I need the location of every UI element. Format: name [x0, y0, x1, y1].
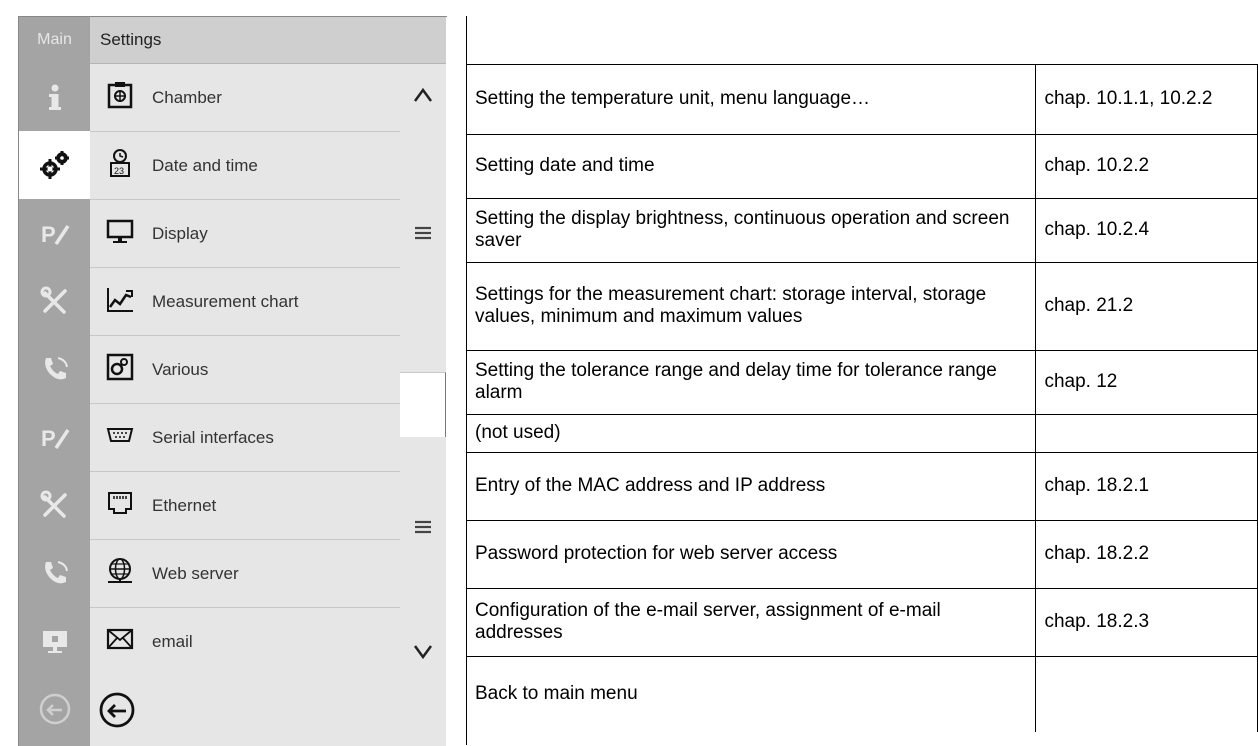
main-menu-strip: Main P P — [19, 17, 90, 746]
description-cell: (not used) — [465, 413, 1037, 453]
scroll-handle-icon[interactable] — [400, 507, 446, 547]
menu-item-display[interactable]: Display — [90, 200, 400, 268]
menu-item-email[interactable]: email — [90, 608, 400, 676]
service-phone-icon[interactable] — [19, 539, 90, 607]
menu-item-date-time[interactable]: 23 Date and time — [90, 132, 400, 200]
table-row: Back to main menu — [465, 655, 1258, 732]
menu-item-label: Ethernet — [152, 496, 217, 515]
chamber-icon — [107, 82, 133, 109]
chapter-cell: chap. 10.2.4 — [1035, 197, 1258, 263]
table-row: Password protection for web server acces… — [465, 519, 1258, 589]
description-cell: Setting the temperature unit, menu langu… — [465, 63, 1037, 135]
chapter-cell: chap. 18.2.1 — [1035, 451, 1258, 521]
chapter-cell — [1035, 655, 1258, 732]
chapter-cell: chap. 10.2.2 — [1035, 133, 1258, 199]
service-tools-icon[interactable] — [19, 267, 90, 335]
scroll-thumb[interactable] — [400, 372, 446, 437]
settings-gears-icon[interactable] — [19, 131, 90, 199]
description-cell: Setting the display brightness, continuo… — [465, 197, 1037, 263]
serial-port-icon — [106, 428, 134, 442]
menu-item-label: Chamber — [152, 88, 222, 107]
table-row: Setting the temperature unit, menu langu… — [465, 63, 1258, 135]
service-phone-icon[interactable] — [19, 335, 90, 403]
menu-item-serial-interfaces[interactable]: Serial interfaces — [90, 404, 400, 472]
menu-item-web-server[interactable]: Web server — [90, 540, 400, 608]
description-cell: Setting date and time — [465, 133, 1037, 199]
back-arrow-icon[interactable] — [98, 691, 136, 729]
ethernet-port-icon — [108, 492, 132, 514]
monitor-icon — [106, 219, 134, 243]
scroll-handle-icon[interactable] — [400, 213, 446, 253]
table-row: Settings for the measurement chart: stor… — [465, 261, 1258, 351]
description-cell: Configuration of the e-mail server, assi… — [465, 587, 1037, 657]
menu-item-label: Display — [152, 224, 208, 243]
display-monitor-icon[interactable] — [19, 607, 90, 675]
chapter-cell — [1035, 413, 1258, 453]
description-cell: Back to main menu — [465, 655, 1037, 732]
scroll-up-icon[interactable] — [400, 76, 446, 116]
bottom-bar — [90, 674, 446, 746]
svg-text:P: P — [41, 222, 56, 247]
description-cell: Settings for the measurement chart: stor… — [465, 261, 1037, 351]
table-row: Configuration of the e-mail server, assi… — [465, 587, 1258, 657]
controller-screenshot: Main P P Settings Chamber 23 Date and ti… — [18, 16, 447, 746]
table-row: Setting the display brightness, continuo… — [465, 197, 1258, 263]
description-cell — [466, 16, 1036, 65]
gears-icon — [106, 353, 134, 381]
clock-calendar-icon: 23 — [110, 149, 130, 177]
envelope-icon — [106, 628, 134, 650]
menu-item-label: Web server — [152, 564, 239, 583]
description-cell: Password protection for web server acces… — [465, 519, 1037, 589]
reference-table: Setting the temperature unit, menu langu… — [465, 16, 1258, 732]
service-tools-icon[interactable] — [19, 471, 90, 539]
chapter-cell: chap. 10.1.1, 10.2.2 — [1035, 63, 1258, 135]
svg-text:23: 23 — [114, 166, 124, 176]
chapter-cell — [1035, 16, 1258, 65]
menu-item-measurement-chart[interactable]: Measurement chart — [90, 268, 400, 336]
menu-item-various[interactable]: Various — [90, 336, 400, 404]
scrollbar[interactable] — [400, 64, 446, 674]
chapter-cell: chap. 18.2.2 — [1035, 519, 1258, 589]
settings-header: Settings — [90, 17, 446, 64]
user-levels-icon[interactable]: P — [19, 199, 90, 267]
menu-item-label: Various — [152, 360, 209, 379]
settings-title: Settings — [100, 30, 162, 49]
info-icon[interactable] — [19, 63, 90, 131]
table-row: Setting the tolerance range and delay ti… — [465, 349, 1258, 415]
main-tab[interactable]: Main — [19, 17, 90, 63]
chart-icon — [107, 288, 133, 312]
back-icon[interactable] — [19, 675, 90, 743]
menu-item-label: email — [152, 632, 193, 651]
menu-item-ethernet[interactable]: Ethernet — [90, 472, 400, 540]
svg-text:P: P — [41, 426, 56, 451]
table-row: Setting date and time chap. 10.2.2 — [465, 133, 1258, 199]
description-cell: Setting the tolerance range and delay ti… — [465, 349, 1037, 415]
scroll-down-icon[interactable] — [400, 631, 446, 671]
table-row — [466, 16, 1258, 65]
description-cell: Entry of the MAC address and IP address — [465, 451, 1037, 521]
menu-item-label: Measurement chart — [152, 292, 299, 311]
menu-item-label: Date and time — [152, 156, 258, 175]
globe-icon — [108, 558, 132, 583]
table-row: (not used) — [465, 413, 1258, 453]
chapter-cell: chap. 21.2 — [1035, 261, 1258, 351]
menu-item-chamber[interactable]: Chamber — [90, 64, 400, 132]
user-levels-icon[interactable]: P — [19, 403, 90, 471]
chapter-cell: chap. 18.2.3 — [1035, 587, 1258, 657]
chapter-cell: chap. 12 — [1035, 349, 1258, 415]
menu-item-label: Serial interfaces — [152, 428, 274, 447]
table-row: Entry of the MAC address and IP address … — [465, 451, 1258, 521]
